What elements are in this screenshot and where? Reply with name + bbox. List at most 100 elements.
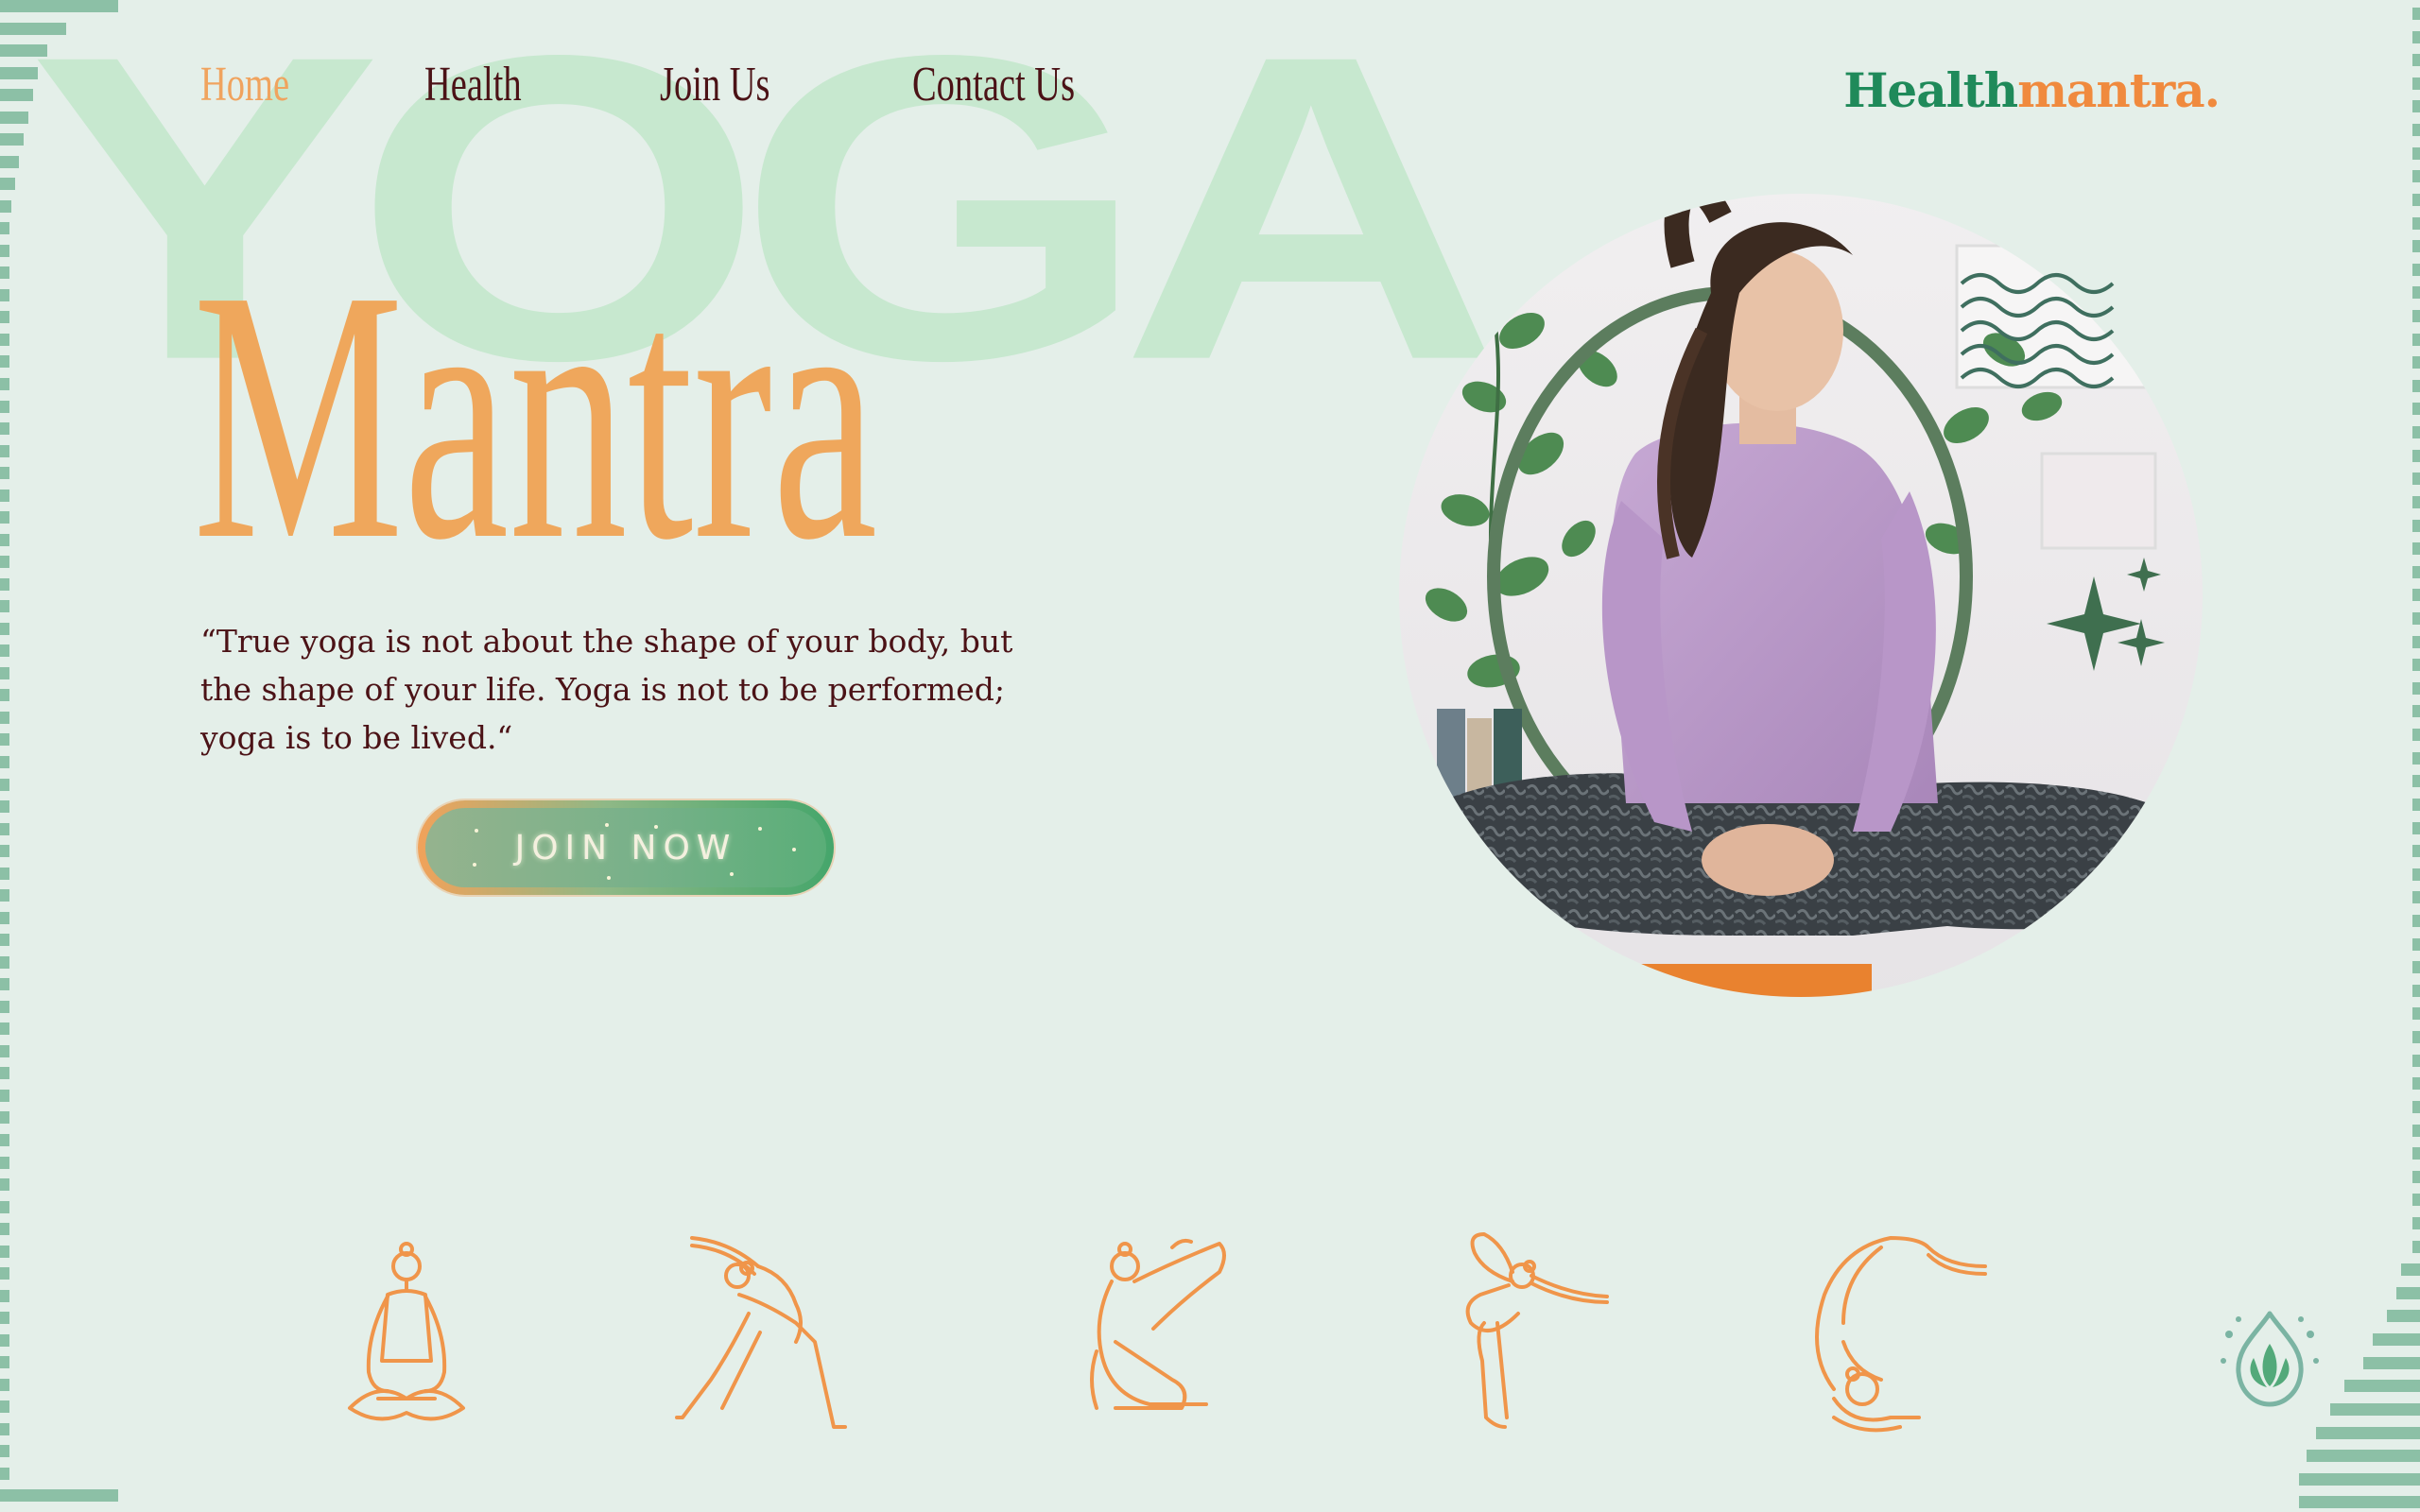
scorpion-pose-icon xyxy=(1815,1236,1987,1433)
nav-link-health[interactable]: Health xyxy=(424,57,522,112)
edge-stripe xyxy=(2412,798,2420,811)
pigeon-stretch-pose-icon xyxy=(1090,1238,1226,1410)
edge-stripe xyxy=(0,1489,118,1503)
edge-stripe xyxy=(2412,54,2420,67)
edge-stripe xyxy=(0,1022,9,1036)
edge-stripe xyxy=(2412,1147,2420,1160)
edge-stripe xyxy=(0,778,9,791)
edge-stripe xyxy=(2412,1170,2420,1183)
edge-stripe xyxy=(0,1333,9,1347)
edge-stripe xyxy=(0,1312,9,1325)
join-now-button[interactable]: JOIN NOW xyxy=(418,800,834,895)
edge-stripe xyxy=(2373,1333,2420,1347)
edge-stripe xyxy=(2412,612,2420,625)
edge-stripe xyxy=(2396,1286,2420,1299)
edge-stripe xyxy=(2412,379,2420,392)
triangle-pose-icon xyxy=(675,1236,847,1429)
edge-stripe xyxy=(0,133,24,146)
edge-stripe xyxy=(0,1422,9,1435)
edge-stripe xyxy=(2299,1496,2420,1509)
edge-stripe xyxy=(2344,1380,2420,1393)
edge-stripe xyxy=(0,111,28,124)
edge-stripe xyxy=(2412,1217,2420,1229)
hero-quote: “True yoga is not about the shape of you… xyxy=(200,623,1013,756)
edge-stripe xyxy=(0,1289,9,1302)
join-now-button-inner: JOIN NOW xyxy=(425,808,826,887)
edge-stripe xyxy=(2412,705,2420,718)
edge-stripe xyxy=(0,1044,9,1057)
edge-stripe xyxy=(2412,449,2420,462)
edge-stripe xyxy=(0,199,11,213)
edge-stripe xyxy=(2412,216,2420,230)
right-edge-stripes xyxy=(2297,0,2420,1512)
edge-stripe xyxy=(0,222,9,235)
edge-stripe xyxy=(0,533,9,546)
edge-stripe xyxy=(0,822,9,835)
edge-stripe xyxy=(0,355,9,369)
edge-stripe xyxy=(2299,1472,2420,1486)
lotus-drop-icon xyxy=(2221,1311,2319,1407)
edge-stripe xyxy=(0,978,9,991)
edge-stripe xyxy=(0,845,9,858)
edge-stripe xyxy=(2412,659,2420,672)
edge-stripe xyxy=(2412,915,2420,927)
sparkle-dot xyxy=(475,829,478,833)
nav-link-home[interactable]: Home xyxy=(200,57,289,112)
edge-stripe xyxy=(0,666,9,679)
edge-stripe xyxy=(2412,1124,2420,1137)
edge-stripe xyxy=(2387,1310,2420,1323)
edge-stripe xyxy=(0,1467,9,1480)
edge-stripe xyxy=(0,467,9,480)
edge-stripe xyxy=(0,155,19,168)
edge-stripe xyxy=(0,955,9,969)
edge-stripe xyxy=(0,1356,9,1369)
edge-stripe xyxy=(2412,729,2420,742)
edge-stripe xyxy=(0,644,9,658)
edge-stripe xyxy=(2412,1100,2420,1113)
edge-stripe xyxy=(0,489,9,502)
edge-stripe xyxy=(0,333,9,346)
edge-stripe xyxy=(0,867,9,880)
edge-stripe xyxy=(2412,589,2420,602)
edge-stripe xyxy=(0,1223,9,1236)
edge-stripe xyxy=(2316,1426,2420,1439)
edge-stripe xyxy=(2412,356,2420,369)
edge-stripe xyxy=(2412,1240,2420,1253)
edge-stripe xyxy=(0,244,9,257)
hero-title: Mantra xyxy=(193,216,878,614)
join-now-button-label: JOIN NOW xyxy=(514,828,737,868)
edge-stripe xyxy=(0,511,9,524)
sparkle-dot xyxy=(607,876,611,880)
edge-stripe xyxy=(2401,1263,2420,1277)
edge-stripe xyxy=(2412,124,2420,137)
edge-stripe xyxy=(2412,77,2420,90)
edge-stripe xyxy=(2412,100,2420,113)
edge-stripe xyxy=(2412,310,2420,322)
sparkle-dot xyxy=(758,827,762,831)
edge-stripe xyxy=(2412,845,2420,858)
edge-stripe xyxy=(0,1400,9,1414)
sparkle-dot xyxy=(792,848,796,851)
edge-stripe xyxy=(0,1111,9,1125)
edge-stripe xyxy=(2412,775,2420,788)
brand-logo[interactable]: Healthmantra. xyxy=(1843,62,2221,118)
brand-logo-part-health: Health xyxy=(1843,62,2018,118)
edge-stripe xyxy=(2412,937,2420,951)
edge-stripe xyxy=(0,733,9,747)
edge-stripe xyxy=(2412,1031,2420,1044)
edge-stripe xyxy=(0,622,9,635)
edge-stripe xyxy=(0,422,9,436)
nav-link-join-us[interactable]: Join Us xyxy=(660,57,770,112)
edge-stripe xyxy=(0,311,9,324)
edge-stripe xyxy=(2412,403,2420,416)
lotus-pose-icon xyxy=(348,1242,465,1421)
edge-stripe xyxy=(2412,263,2420,276)
edge-stripe xyxy=(2412,751,2420,765)
edge-stripe xyxy=(2412,1007,2420,1021)
edge-stripe xyxy=(0,600,9,613)
edge-stripe xyxy=(0,1267,9,1280)
edge-stripe xyxy=(0,800,9,814)
edge-stripe xyxy=(0,1089,9,1102)
nav-link-contact-us[interactable]: Contact Us xyxy=(912,57,1075,112)
sparkle-dot xyxy=(473,863,476,867)
